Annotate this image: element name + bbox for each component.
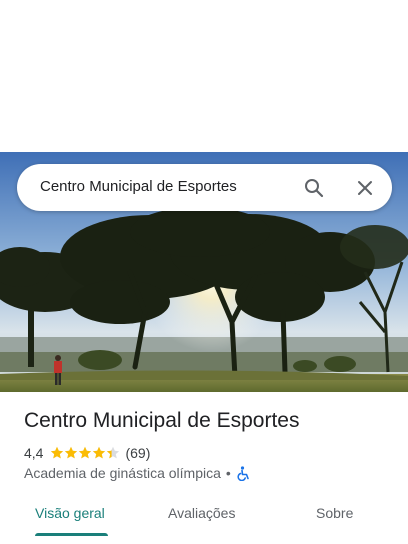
place-title: Centro Municipal de Esportes [24, 409, 300, 432]
search-bar[interactable]: Centro Municipal de Esportes [17, 164, 392, 211]
map-blank-area[interactable] [0, 0, 408, 152]
star-icon [93, 446, 106, 459]
star-icon [65, 446, 78, 459]
tab-bar: Visão geral Avaliações Sobre [0, 496, 408, 544]
place-page: Centro Municipal de Esportes Centro Muni… [0, 0, 408, 544]
search-icon[interactable] [302, 176, 326, 200]
search-input[interactable]: Centro Municipal de Esportes [40, 178, 237, 195]
tab-overview[interactable]: Visão geral [35, 505, 105, 521]
active-tab-indicator [35, 533, 108, 536]
rating-stars [50, 446, 120, 460]
separator-dot: • [225, 465, 231, 481]
wheelchair-icon [236, 465, 250, 481]
star-icon [51, 446, 64, 459]
rating-value: 4,4 [24, 445, 44, 461]
rating-row[interactable]: 4,4 (69) [24, 444, 150, 462]
close-icon[interactable] [353, 176, 377, 200]
star-icon [79, 446, 92, 459]
star-icon [107, 446, 120, 459]
tab-about[interactable]: Sobre [316, 505, 353, 521]
review-count[interactable]: (69) [125, 445, 150, 461]
place-category[interactable]: Academia de ginástica olímpica [24, 465, 221, 481]
tab-reviews[interactable]: Avaliações [168, 505, 235, 521]
category-row: Academia de ginástica olímpica • [24, 465, 250, 481]
